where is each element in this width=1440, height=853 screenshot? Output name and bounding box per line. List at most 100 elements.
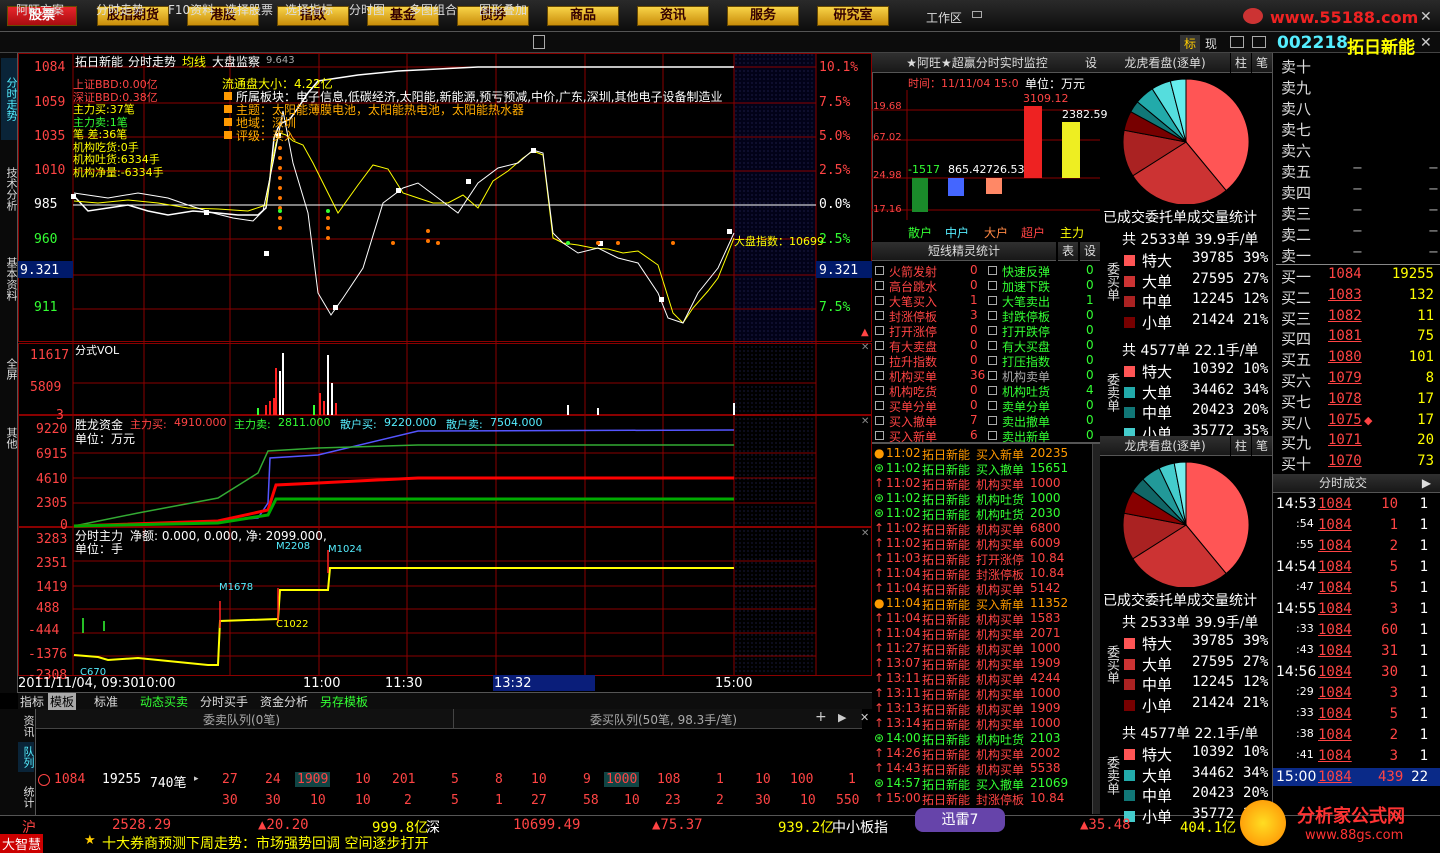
shortline-check-left-3[interactable] [875, 311, 884, 320]
vtab-2[interactable]: 基本资料 [1, 238, 18, 320]
dragon-sell-val-0-1: 34462 [1192, 381, 1235, 398]
toolbar-item-7[interactable]: 图形叠加 [476, 2, 530, 18]
shortline-check-right-9[interactable] [988, 401, 997, 410]
shortline-check-left-6[interactable] [875, 356, 884, 365]
toolbar-item-2[interactable]: F10资料 [165, 2, 217, 18]
event-val-8: 10.84 [1030, 566, 1065, 580]
vtab-0[interactable]: 分时走势 [1, 58, 18, 140]
shortline-check-left-2[interactable] [875, 296, 884, 305]
time-tick-3[interactable]: 13:32 [494, 676, 531, 691]
shortline-table-button[interactable]: 表 [1058, 242, 1078, 261]
queue-play-icon[interactable]: ▶ [838, 711, 846, 724]
dragon-sell-pct-0-2: 20% [1243, 402, 1269, 418]
shortline-check-right-3[interactable] [988, 311, 997, 320]
top-tab-6[interactable]: 商品 [547, 6, 619, 26]
chart-mode[interactable]: 分时走势 [128, 53, 176, 70]
fund-unit: 单位：万元 [75, 432, 136, 446]
dragon-bar-button-0[interactable]: 柱 [1231, 53, 1251, 73]
monitor-set-button[interactable]: 设 [1082, 53, 1100, 73]
bottom-tab-0[interactable]: 指标 [20, 693, 44, 710]
bottom-tab-2[interactable]: 标准 [94, 693, 118, 710]
shortline-check-right-5[interactable] [988, 341, 997, 350]
shortline-check-right-1[interactable] [988, 281, 997, 290]
shortline-check-right-8[interactable] [988, 386, 997, 395]
bottom-tab-3[interactable]: 动态买卖 [140, 693, 188, 710]
dragon-tick-button-1[interactable]: 笔 [1252, 436, 1272, 456]
bottom-tab-4[interactable]: 分时买手 [200, 693, 248, 710]
shortline-check-left-11[interactable] [875, 431, 884, 440]
chart-avg[interactable]: 均线 [182, 53, 206, 70]
toolbar-item-6[interactable]: 多图组合 [406, 2, 460, 18]
bottom-tab-1[interactable]: 模板 [48, 693, 77, 710]
vtab-1[interactable]: 技术分析 [1, 145, 18, 233]
dragon-sell-pct-1-1: 34% [1243, 764, 1269, 781]
top-tab-7[interactable]: 资讯 [637, 6, 709, 26]
dragon-tick-button-0[interactable]: 笔 [1252, 53, 1272, 73]
event-name-23[interactable]: 拓日新能 [922, 791, 970, 808]
side-tab-1[interactable]: 队列 [18, 742, 35, 772]
shortline-check-left-10[interactable] [875, 416, 884, 425]
toolbar-item-5[interactable]: 分时图 [346, 2, 388, 18]
shortline-check-right-11[interactable] [988, 431, 997, 440]
status-xunlei[interactable]: 迅雷7 [915, 808, 1005, 832]
side-tab-0[interactable]: 资讯 [18, 711, 35, 741]
shortline-check-right-4[interactable] [988, 326, 997, 335]
bottom-tab-5[interactable]: 资金分析 [260, 693, 308, 710]
dragon-bar-button-1[interactable]: 柱 [1231, 436, 1251, 456]
shortline-check-right-10[interactable] [988, 416, 997, 425]
status-logo[interactable]: 大智慧 [0, 834, 44, 853]
toolbar-item-0[interactable]: 阿旺方案 [13, 2, 67, 18]
status-ticker[interactable]: 十大券商预测下周走势：市场强势回调 空间逐步打开 [102, 833, 428, 853]
chart-monitor[interactable]: 大盘监察 [212, 53, 260, 70]
vol-title: 分式VOL [75, 344, 120, 357]
top-tab-8[interactable]: 服务 [727, 6, 799, 26]
shortline-check-left-8[interactable] [875, 386, 884, 395]
toolbar-xian[interactable]: 现 [1205, 35, 1217, 52]
top-tab-9[interactable]: 研究室 [817, 6, 889, 26]
close-main-icon[interactable]: ✕ [861, 528, 869, 539]
events-scrollbar[interactable] [1092, 444, 1100, 814]
queue-play-small-icon[interactable]: ▸ [194, 774, 199, 784]
expand-up-icon[interactable]: ▲ [861, 327, 869, 338]
toolbar-item-1[interactable]: 分时走势 [93, 2, 147, 18]
toolbar-biao[interactable]: 标 [1180, 35, 1201, 52]
tick-price-7: 1084 [1318, 643, 1352, 659]
toolbar-item-3[interactable]: 选择股票 [222, 2, 276, 18]
queue-row2-2: 10 [310, 793, 326, 808]
close-fund-icon[interactable]: ✕ [861, 416, 869, 427]
shortline-check-left-1[interactable] [875, 281, 884, 290]
price-left-2: 1035 [34, 129, 66, 144]
shortline-check-right-7[interactable] [988, 371, 997, 380]
window-restore-icon[interactable] [1230, 36, 1244, 48]
vtab-4[interactable]: 其他 [1, 418, 18, 458]
main-mark-1: M1024 [328, 544, 363, 555]
vtab-3[interactable]: 全屏 [1, 325, 18, 413]
window-tile-icon[interactable] [1252, 36, 1266, 48]
shortline-check-right-0[interactable] [988, 266, 997, 275]
side-tab-2[interactable]: 统计 [18, 782, 35, 812]
shortline-check-left-9[interactable] [875, 401, 884, 410]
shortline-set-button[interactable]: 设 [1080, 242, 1100, 261]
queue-add-icon[interactable]: + [815, 709, 827, 725]
toolbar-item-4[interactable]: 选择指标 [282, 2, 336, 18]
close-panel-icon[interactable]: ✕ [1420, 35, 1432, 51]
mail-icon[interactable] [972, 11, 982, 18]
close-window-icon[interactable]: ✕ [1420, 9, 1432, 25]
workspace-label[interactable]: 工作区 [926, 9, 962, 26]
shortline-check-left-5[interactable] [875, 341, 884, 350]
close-vol-icon[interactable]: ✕ [861, 342, 869, 353]
lock-icon[interactable] [533, 35, 545, 49]
tick-count-9: 1 [1419, 685, 1428, 701]
shortline-check-left-4[interactable] [875, 326, 884, 335]
shortline-check-right-6[interactable] [988, 356, 997, 365]
shortline-check-right-2[interactable] [988, 296, 997, 305]
bottom-tab-6[interactable]: 另存模板 [320, 693, 368, 710]
tick-vol-0: 10 [1381, 496, 1398, 512]
shortline-check-left-7[interactable] [875, 371, 884, 380]
ticks-nav-icon[interactable]: ▶ [1413, 474, 1440, 493]
shortline-check-left-0[interactable] [875, 266, 884, 275]
ob-sell-val-5: − [1352, 161, 1363, 176]
status-zxb[interactable]: 中小板指 [832, 817, 888, 837]
queue-close-icon[interactable]: ✕ [860, 711, 869, 724]
shortline-left-count-9: 0 [970, 398, 978, 412]
